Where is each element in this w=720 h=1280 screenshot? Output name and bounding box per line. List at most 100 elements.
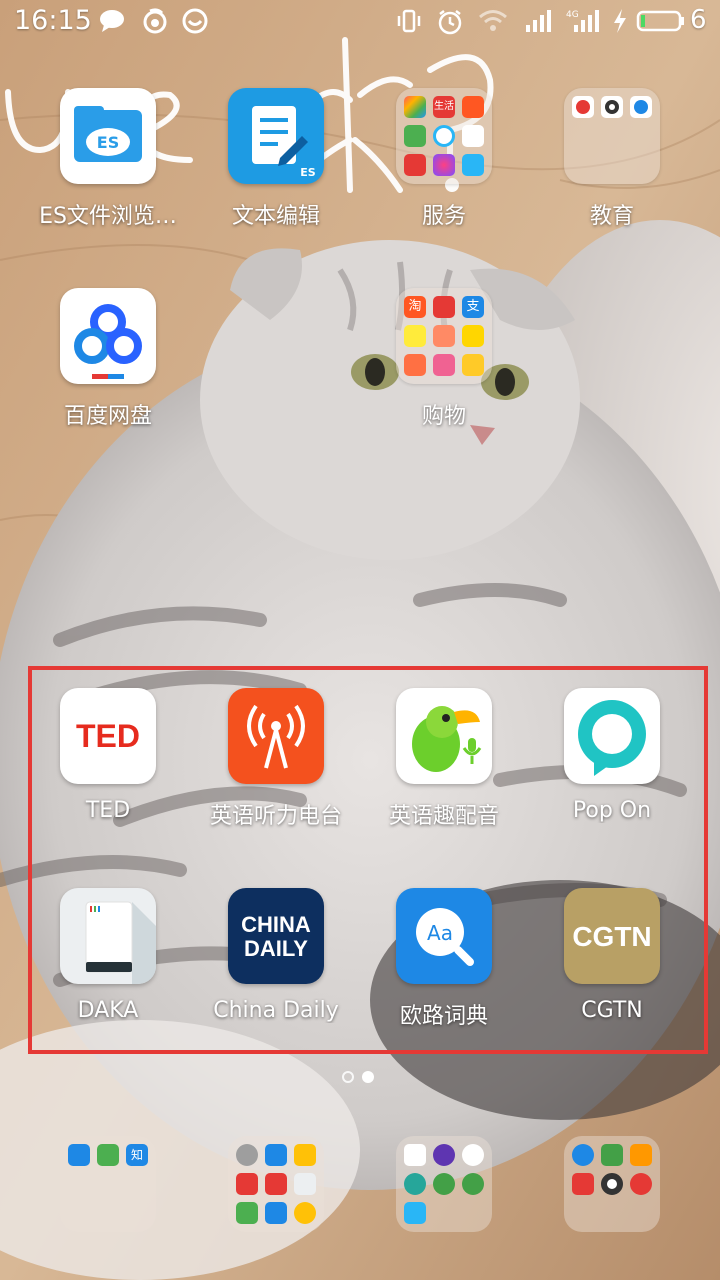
mini-app-icon (601, 96, 623, 118)
cgtn-logo-text: CGTN (572, 921, 651, 952)
mini-app-icon (601, 1144, 623, 1166)
mini-app-icon (462, 354, 484, 376)
chat-icon (100, 10, 124, 32)
mini-app-icon (404, 1202, 426, 1224)
app-baidu-netdisk[interactable]: 百度网盘 (24, 288, 192, 458)
app-label: 教育 (589, 204, 634, 229)
signal-icon (526, 10, 551, 32)
mini-app-icon (462, 1173, 484, 1195)
app-daka[interactable]: DAKA (24, 888, 192, 1058)
app-pop-on[interactable]: Pop On (528, 688, 696, 858)
mini-app-icon (572, 1144, 594, 1166)
mini-app-icon (433, 325, 455, 347)
svg-text:ES: ES (300, 166, 316, 179)
app-label: 服务 (421, 204, 466, 229)
mini-app-icon (294, 1173, 316, 1195)
mini-app-icon (404, 154, 426, 176)
dock-folder-3[interactable] (396, 1136, 492, 1232)
mini-app-icon (630, 96, 652, 118)
radio-tower-icon (228, 688, 324, 784)
app-english-dubbing[interactable]: 英语趣配音 (360, 688, 528, 858)
app-label: CGTN (581, 998, 643, 1023)
4g-signal-icon: 4G (566, 10, 599, 32)
mini-app-icon (97, 1144, 119, 1166)
app-ted[interactable]: TED TED (24, 688, 192, 858)
folder-shopping[interactable]: 淘 支 购物 (360, 288, 528, 458)
folder-education[interactable]: 教育 (528, 88, 696, 258)
folder-icon: 生活 (396, 88, 492, 184)
mini-app-icon (404, 354, 426, 376)
mini-app-icon (68, 1144, 90, 1166)
mini-app-icon (433, 1144, 455, 1166)
mini-app-icon (433, 1173, 455, 1195)
app-label: 百度网盘 (63, 404, 152, 429)
app-label: TED (85, 798, 131, 823)
status-bar: 16:15 4G 6 (0, 0, 720, 44)
mini-app-icon (433, 125, 455, 147)
battery-icon (636, 10, 684, 32)
es-file-explorer-icon: ES (60, 88, 156, 184)
parrot-icon (396, 688, 492, 784)
app-label: 购物 (421, 404, 466, 429)
app-label: 欧路词典 (399, 1004, 488, 1029)
dock-folder-4[interactable] (564, 1136, 660, 1232)
mini-app-icon (462, 1144, 484, 1166)
svg-text:ES: ES (97, 133, 119, 152)
mini-app-icon (630, 1173, 652, 1195)
app-eudic[interactable]: Aa 欧路词典 (360, 888, 528, 1058)
mini-app-icon (265, 1202, 287, 1224)
daka-icon (60, 888, 156, 984)
text-editor-icon: ES (228, 88, 324, 184)
folder-service[interactable]: 生活 服务 (360, 88, 528, 258)
battery-percent: 6 (690, 5, 707, 35)
pop-on-icon (564, 688, 660, 784)
baidu-netdisk-icon (60, 288, 156, 384)
app-china-daily[interactable]: CHINA DAILY China Daily (192, 888, 360, 1058)
mini-app-icon (294, 1202, 316, 1224)
mini-app-icon (630, 1144, 652, 1166)
mini-app-icon (236, 1202, 258, 1224)
folder-icon (564, 88, 660, 184)
page-indicator-dot-active[interactable] (362, 1071, 374, 1083)
mini-app-icon (265, 1144, 287, 1166)
app-text-editor[interactable]: ES 文本编辑 (192, 88, 360, 258)
mini-app-icon (236, 1173, 258, 1195)
app-es-file-explorer[interactable]: ES ES文件浏览… (24, 88, 192, 258)
app-english-radio[interactable]: 英语听力电台 (192, 688, 360, 858)
ted-logo-text: TED (76, 718, 140, 754)
folder-icon: 淘 支 (396, 288, 492, 384)
app-label: DAKA (77, 998, 139, 1023)
dock-folder-2[interactable] (228, 1136, 324, 1232)
china-daily-logo-text: CHINA (241, 912, 311, 937)
app-label: 文本编辑 (231, 204, 320, 229)
mini-app-icon (462, 96, 484, 118)
mini-app-icon (265, 1173, 287, 1195)
mini-app-icon (404, 325, 426, 347)
app-label: ES文件浏览… (39, 204, 177, 229)
weibo-icon (143, 8, 167, 34)
mini-app-icon (294, 1144, 316, 1166)
mini-app-icon: 淘 (404, 296, 426, 318)
mini-app-icon (572, 1173, 594, 1195)
app-label: Pop On (572, 798, 652, 823)
app-cgtn[interactable]: CGTN CGTN (528, 888, 696, 1058)
mini-app-icon (404, 1173, 426, 1195)
charging-icon (614, 9, 626, 33)
app-label: 英语听力电台 (209, 804, 342, 829)
china-daily-logo-text: DAILY (244, 936, 308, 961)
wifi-icon (479, 10, 507, 31)
mini-app-icon: 知 (126, 1144, 148, 1166)
eudic-logo-text: Aa (427, 921, 453, 945)
mini-app-icon: 生活 (433, 96, 455, 118)
dock-folder-1[interactable]: 知 (60, 1136, 156, 1232)
cgtn-icon: CGTN (564, 888, 660, 984)
eudic-icon: Aa (396, 888, 492, 984)
mini-app-icon (462, 154, 484, 176)
page-indicator-dot[interactable] (342, 1071, 354, 1083)
mini-app-icon: 支 (462, 296, 484, 318)
mini-app-icon (433, 154, 455, 176)
alarm-icon (438, 10, 462, 35)
clock: 16:15 (14, 5, 92, 36)
ted-icon: TED (60, 688, 156, 784)
mini-app-icon (462, 125, 484, 147)
